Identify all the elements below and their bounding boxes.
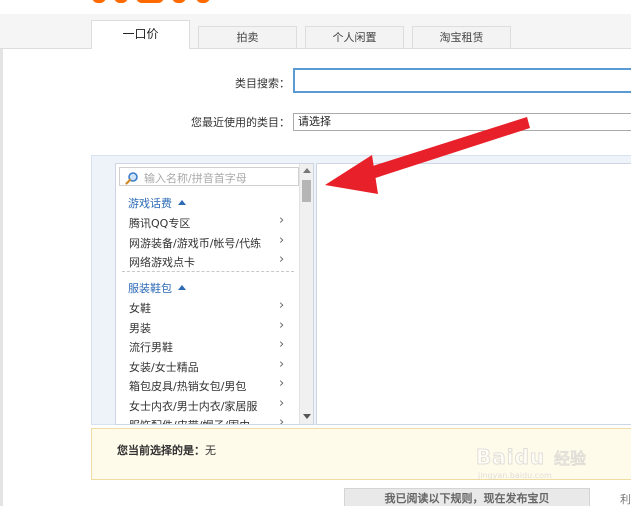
tab-personal-idle[interactable]: 个人闲置 bbox=[305, 26, 404, 48]
left-edge-border bbox=[0, 0, 3, 506]
chevron-right-icon: › bbox=[279, 213, 285, 228]
chevron-right-icon: › bbox=[279, 376, 285, 391]
trailing-text: 利 bbox=[620, 493, 631, 506]
chevron-right-icon: › bbox=[279, 396, 285, 411]
header-logo-strip bbox=[0, 0, 631, 14]
chevron-right-icon: › bbox=[279, 252, 285, 267]
category-item[interactable]: 男装 › bbox=[116, 318, 297, 338]
category-item[interactable]: 女装/女士精品 › bbox=[116, 357, 297, 377]
chevron-right-icon: › bbox=[279, 415, 285, 425]
group-title: 游戏话费 bbox=[128, 197, 172, 210]
recent-category-label: 您最近使用的类目： bbox=[191, 116, 290, 129]
category-item-label: 箱包皮具/热销女包/男包 bbox=[129, 380, 247, 393]
tab-taobao-rental[interactable]: 淘宝租赁 bbox=[412, 26, 511, 48]
watermark-sub: 经验 bbox=[553, 449, 587, 469]
watermark-url: jingyan.baidu.com bbox=[478, 471, 552, 480]
group-title: 服装鞋包 bbox=[128, 282, 172, 295]
category-search-input[interactable] bbox=[293, 68, 631, 93]
scroll-down-arrow-icon[interactable] bbox=[303, 414, 311, 419]
scroll-up-arrow-icon[interactable] bbox=[303, 168, 311, 173]
category-item-label: 流行男鞋 bbox=[129, 341, 173, 354]
category-item[interactable]: 服饰配件/皮带/帽子/围巾 › bbox=[116, 415, 297, 425]
category-item-label: 网游装备/游戏币/帐号/代练 bbox=[129, 237, 262, 250]
current-selection-text: 您当前选择的是：无 bbox=[117, 442, 216, 458]
category-item-label: 女士内衣/男士内衣/家居服 bbox=[129, 400, 258, 413]
category-item-label: 腾讯QQ专区 bbox=[129, 217, 191, 230]
tab-fixed-price[interactable]: 一口价 bbox=[91, 20, 190, 49]
category-item-label: 服饰配件/皮带/帽子/围巾 bbox=[129, 417, 250, 424]
scrollbar-thumb[interactable] bbox=[302, 180, 311, 202]
category-item[interactable]: 网游装备/游戏币/帐号/代练 › bbox=[116, 233, 297, 253]
baidu-watermark: Baidu 经验 jingyan.baidu.com bbox=[475, 435, 631, 485]
category-item[interactable]: 网络游戏点卡 › bbox=[116, 252, 297, 272]
category-item-label: 女鞋 bbox=[129, 302, 151, 315]
category-item[interactable]: 女鞋 › bbox=[116, 298, 297, 318]
category-item[interactable]: 流行男鞋 › bbox=[116, 337, 297, 357]
group-header-apparel[interactable]: 服装鞋包 bbox=[128, 280, 186, 296]
tab-auction[interactable]: 拍卖 bbox=[198, 26, 297, 48]
chevron-right-icon: › bbox=[279, 233, 285, 248]
chevron-right-icon: › bbox=[279, 298, 285, 313]
category-item[interactable]: 箱包皮具/热销女包/男包 › bbox=[116, 376, 297, 396]
category-search-label: 类目搜索： bbox=[235, 77, 290, 90]
category-list-scrollbar[interactable] bbox=[299, 164, 313, 424]
subcategory-list bbox=[316, 163, 631, 425]
triangle-up-icon bbox=[178, 200, 186, 205]
magnifier-icon bbox=[125, 172, 138, 185]
logo bbox=[92, 0, 218, 5]
chevron-right-icon: › bbox=[279, 318, 285, 333]
triangle-up-icon bbox=[178, 285, 186, 290]
category-item-label: 男装 bbox=[129, 322, 151, 335]
category-filter-placeholder: 输入名称/拼音首字母 bbox=[144, 172, 247, 185]
chevron-right-icon: › bbox=[279, 357, 285, 372]
category-filter-input[interactable]: 输入名称/拼音首字母 bbox=[119, 167, 299, 186]
recent-category-select[interactable]: 请选择 bbox=[293, 113, 631, 131]
group-divider bbox=[122, 271, 294, 272]
group-header-games[interactable]: 游戏话费 bbox=[128, 195, 186, 211]
category-list: 输入名称/拼音首字母 游戏话费 腾讯QQ专区 › 网游装备/游戏币/帐号/代练 › … bbox=[115, 163, 314, 425]
category-item[interactable]: 女士内衣/男士内衣/家居服 › bbox=[116, 396, 297, 416]
category-item-label: 网络游戏点卡 bbox=[129, 256, 195, 269]
category-item[interactable]: 腾讯QQ专区 › bbox=[116, 213, 297, 233]
watermark-brand: Baidu bbox=[475, 445, 546, 470]
chevron-right-icon: › bbox=[279, 337, 285, 352]
current-selection-label: 您当前选择的是： bbox=[117, 444, 205, 457]
category-item-label: 女装/女士精品 bbox=[129, 361, 199, 374]
current-selection-value: 无 bbox=[205, 444, 216, 457]
publish-button[interactable]: 我已阅读以下规则，现在发布宝贝 bbox=[344, 488, 590, 506]
